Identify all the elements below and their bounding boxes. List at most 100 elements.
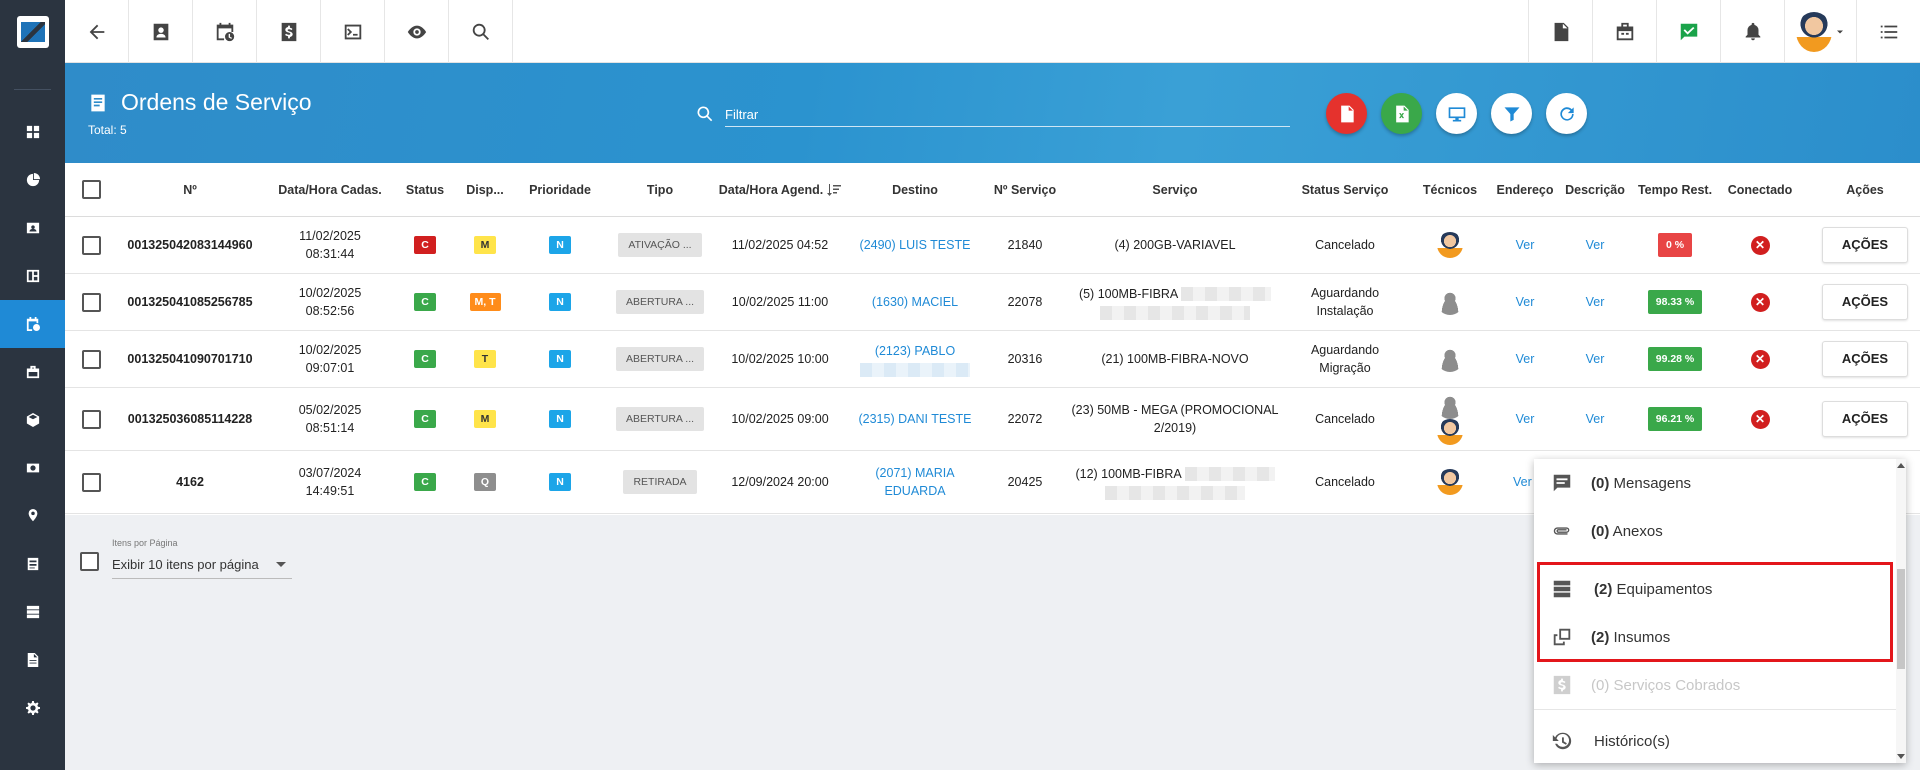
destino-link[interactable]: (2123) PABLO [875, 342, 955, 360]
row-checkbox[interactable] [73, 274, 109, 330]
menu-divider [1534, 709, 1896, 710]
checkbox[interactable] [81, 292, 101, 312]
list-menu-button[interactable] [1856, 0, 1920, 63]
col-tempo-restante[interactable]: Tempo Rest. [1630, 163, 1720, 216]
row-checkbox[interactable] [73, 217, 109, 273]
destino-link[interactable]: (2315) DANI TESTE [850, 388, 980, 450]
sidebar-item-panel[interactable] [0, 252, 65, 300]
col-status-servico[interactable]: Status Serviço [1280, 163, 1410, 216]
col-descricao[interactable]: Descrição [1560, 163, 1630, 216]
col-numero[interactable]: Nº [120, 163, 260, 216]
table-row[interactable]: 001325041085256785 10/02/2025 08:52:56 C … [65, 274, 1920, 331]
connected-cell: ✕ [1720, 274, 1800, 330]
pdf-report-button[interactable] [1528, 0, 1592, 63]
notifications-button[interactable] [1720, 0, 1784, 63]
checkbox[interactable] [81, 472, 101, 492]
description-view-link[interactable]: Ver [1560, 388, 1630, 450]
export-pdf-button[interactable] [1326, 93, 1367, 134]
back-button[interactable] [65, 0, 129, 63]
service-number: 21840 [1007, 238, 1043, 252]
col-destino[interactable]: Destino [850, 163, 980, 216]
col-servico[interactable]: Serviço [1070, 163, 1280, 216]
destino-link[interactable]: (1630) MACIEL [850, 274, 980, 330]
col-prioridade[interactable]: Prioridade [515, 163, 605, 216]
menu-item-historico[interactable]: Histórico(s) [1534, 717, 1896, 763]
terminal-button[interactable] [321, 0, 385, 63]
description-view-link[interactable]: Ver [1560, 217, 1630, 273]
destino-link[interactable]: (2490) LUIS TESTE [850, 217, 980, 273]
user-menu-button[interactable] [1784, 0, 1856, 63]
sidebar-item-finance[interactable] [0, 444, 65, 492]
sidebar-item-reports[interactable] [0, 636, 65, 684]
finance-button[interactable] [257, 0, 321, 63]
sidebar-item-map[interactable] [0, 492, 65, 540]
sidebar-item-documents[interactable] [0, 540, 65, 588]
sidebar-item-service-orders[interactable] [0, 300, 65, 348]
row-checkbox[interactable] [73, 388, 109, 450]
time-remaining-cell: 96.21 % [1630, 388, 1720, 450]
destino-link[interactable]: (2071) MARIA EDUARDA [850, 451, 980, 513]
messages-check-button[interactable] [1656, 0, 1720, 63]
sidebar-item-settings[interactable] [0, 684, 65, 732]
col-data-agendamento[interactable]: Data/Hora Agend. [710, 163, 850, 216]
pagination-checkbox[interactable] [80, 552, 99, 571]
view-button[interactable] [385, 0, 449, 63]
table-row[interactable]: 001325042083144960 11/02/2025 08:31:44 C … [65, 217, 1920, 274]
checkbox[interactable] [81, 409, 101, 429]
date: 03/07/2024 [298, 466, 362, 480]
sidebar-item-contacts[interactable] [0, 204, 65, 252]
contacts-button[interactable] [129, 0, 193, 63]
filter-search[interactable]: Filtrar [695, 103, 1295, 129]
panel-icon [26, 269, 39, 283]
export-excel-button[interactable] [1381, 93, 1422, 134]
actions-button[interactable]: AÇÕES [1822, 341, 1908, 377]
sidebar-item-charts[interactable] [0, 156, 65, 204]
scheduled-datetime: 12/09/2024 20:00 [731, 475, 829, 489]
col-data-cadastro[interactable]: Data/Hora Cadas. [265, 163, 395, 216]
actions-button[interactable]: AÇÕES [1822, 284, 1908, 320]
address-view-link[interactable]: Ver [1490, 274, 1560, 330]
table-row[interactable]: 001325041090701710 10/02/2025 09:07:01 C … [65, 331, 1920, 388]
items-per-page-select[interactable]: Exibir 10 itens por página [112, 557, 292, 579]
refresh-button[interactable] [1546, 93, 1587, 134]
sidebar-item-products[interactable] [0, 396, 65, 444]
actions-button[interactable]: AÇÕES [1822, 227, 1908, 263]
filter-button[interactable] [1491, 93, 1532, 134]
user-avatar [1795, 11, 1832, 52]
select-all-checkbox[interactable] [73, 163, 109, 216]
col-status[interactable]: Status [395, 163, 455, 216]
description-view-link[interactable]: Ver [1560, 274, 1630, 330]
col-tipo[interactable]: Tipo [610, 163, 710, 216]
checkbox[interactable] [81, 180, 101, 199]
inventory-button[interactable] [1592, 0, 1656, 63]
address-view-link[interactable]: Ver [1490, 388, 1560, 450]
description-view-link[interactable]: Ver [1560, 331, 1630, 387]
sidebar-item-dashboard[interactable] [0, 108, 65, 156]
col-tecnicos[interactable]: Técnicos [1410, 163, 1490, 216]
menu-scrollbar[interactable] [1896, 459, 1906, 763]
row-checkbox[interactable] [73, 331, 109, 387]
col-disp[interactable]: Disp... [455, 163, 515, 216]
table-row[interactable]: 001325036085114228 05/02/2025 08:51:14 C … [65, 388, 1920, 451]
sidebar-item-network[interactable] [0, 588, 65, 636]
sidebar-item-inventory[interactable] [0, 348, 65, 396]
search-button[interactable] [449, 0, 513, 63]
schedule-button[interactable] [193, 0, 257, 63]
checkbox[interactable] [81, 235, 101, 255]
actions-button[interactable]: AÇÕES [1822, 401, 1908, 437]
checkbox[interactable] [81, 349, 101, 369]
address-view-link[interactable]: Ver [1490, 217, 1560, 273]
menu-item-mensagens[interactable]: (0) Mensagens [1534, 459, 1896, 507]
scroll-thumb[interactable] [1897, 569, 1905, 669]
menu-item-anexos[interactable]: (0) Anexos [1534, 507, 1896, 555]
address-view-link[interactable]: Ver [1490, 331, 1560, 387]
scroll-down-arrow[interactable] [1897, 754, 1905, 759]
display-button[interactable] [1436, 93, 1477, 134]
app-logo[interactable] [0, 0, 65, 63]
col-endereco[interactable]: Endereço [1490, 163, 1560, 216]
col-numero-servico[interactable]: Nº Serviço [980, 163, 1070, 216]
scroll-up-arrow[interactable] [1897, 463, 1905, 468]
col-conectado[interactable]: Conectado [1720, 163, 1800, 216]
filter-input[interactable]: Filtrar [725, 103, 1290, 127]
row-checkbox[interactable] [73, 451, 109, 513]
